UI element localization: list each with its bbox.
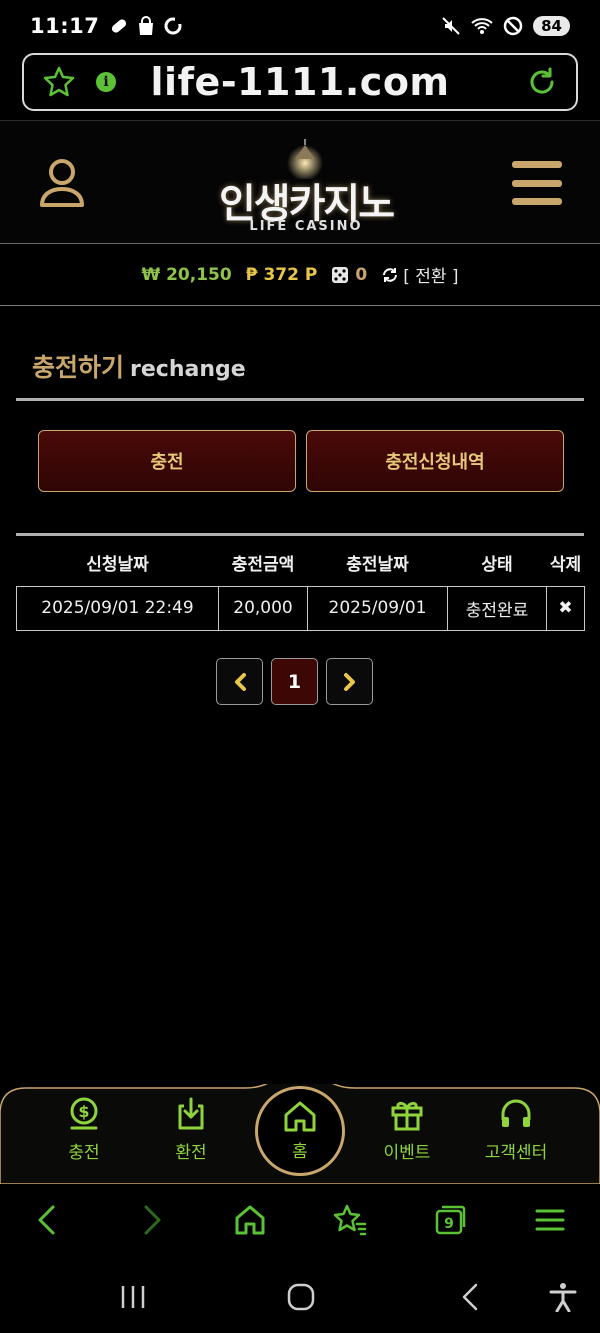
header-deposit-date: 충전날짜 [346,555,409,576]
site-header: 인생카지노 LIFE CASINO [0,120,600,244]
nav-withdraw-label: 환전 [175,1143,207,1163]
status-bar: 11:17 84 [0,0,600,52]
point-balance: ₱ 372 P [245,264,318,285]
nav-support[interactable]: 고객센터 [466,1096,566,1163]
wifi-icon [471,18,493,34]
logo-subtitle: LIFE CASINO [249,219,363,234]
pagination: 1 [216,658,373,705]
nav-support-label: 고객센터 [484,1143,548,1163]
coin-dollar-icon: $ [70,1097,98,1130]
mute-icon [442,17,460,35]
download-box-icon [178,1097,204,1130]
browser-toolbar: 9 [0,1186,600,1256]
delete-button[interactable]: ✖ [546,585,585,631]
nav-withdraw[interactable]: 환전 [141,1096,241,1163]
site-logo[interactable]: 인생카지노 LIFE CASINO [196,131,416,241]
sync-status-icon [164,17,182,35]
svg-text:$: $ [78,1102,89,1121]
nav-deposit-label: 충전 [68,1143,100,1163]
back-arrow-icon[interactable] [30,1202,66,1238]
page-title: 충전하기 rechange [32,348,246,384]
cell-request-date: 2025/09/01 22:49 [16,585,219,631]
header-delete: 삭제 [549,555,582,576]
battery-level: 84 [533,16,570,36]
system-home-icon[interactable] [286,1282,316,1312]
accessibility-icon[interactable] [548,1282,578,1312]
nav-home-label: 홈 [292,1142,308,1162]
convert-label: [ 전환 ] [403,267,459,287]
table-header-row: 신청날짜 충전금액 충전날짜 상태 삭제 [17,540,585,586]
page-number-current[interactable]: 1 [271,658,318,705]
title-divider [16,398,584,401]
shopping-bag-icon [139,16,154,35]
tabs-icon[interactable]: 9 [432,1202,468,1238]
bookmarks-icon[interactable] [332,1202,368,1238]
chip-balance: 0 [355,264,368,285]
browser-home-icon[interactable] [232,1202,268,1238]
wallet-summary: ₩ 20,150 ₱ 372 P 0 [ 전환 ] [0,244,600,306]
page-title-en: rechange [130,357,246,382]
browser-menu-icon[interactable] [532,1202,568,1238]
address-bar[interactable]: i life-1111.com [22,53,578,111]
status-time: 11:17 [30,14,100,38]
hamburger-menu-icon[interactable] [512,161,562,205]
cell-amount: 20,000 [218,585,308,631]
cell-deposit-date: 2025/09/01 [307,585,448,631]
convert-button[interactable]: [ 전환 ] [381,262,459,287]
tab-deposit-history[interactable]: 충전신청내역 [306,430,564,492]
deposit-history-table: 신청날짜 충전금액 충전날짜 상태 삭제 2025/09/01 22:49 20… [16,540,585,631]
table-row: 2025/09/01 22:49 20,000 2025/09/01 충전완료 … [16,585,585,631]
reload-icon[interactable] [526,66,558,98]
gift-icon [391,1101,423,1131]
headset-icon [501,1099,531,1127]
cell-status: 충전완료 [447,585,547,631]
nav-event-label: 이벤트 [383,1143,431,1163]
site-bottom-nav: $ 충전 환전 홈 이벤트 고객센터 [0,1084,600,1184]
chevron-right-icon [343,672,355,691]
user-icon[interactable] [38,157,86,209]
nav-home[interactable]: 홈 [255,1086,345,1176]
system-nav-bar [0,1262,600,1333]
next-page-button[interactable] [326,658,373,705]
table-divider [16,533,584,536]
money-balance: ₩ 20,150 [141,264,232,285]
forward-arrow-icon[interactable] [133,1202,169,1238]
nav-deposit[interactable]: $ 충전 [34,1096,134,1163]
system-back-icon[interactable] [456,1282,486,1312]
page-title-ko: 충전하기 [32,353,125,382]
chevron-left-icon [234,672,246,691]
prev-page-button[interactable] [216,658,263,705]
block-icon [503,16,523,36]
dice-icon [332,266,349,283]
home-icon [284,1101,316,1132]
tab-deposit[interactable]: 충전 [38,430,296,492]
bookmark-star-icon[interactable] [42,65,76,99]
pill-icon [112,19,127,33]
refresh-icon [383,267,398,282]
header-status: 상태 [481,555,513,576]
nav-event[interactable]: 이벤트 [357,1096,457,1163]
site-info-icon[interactable]: i [96,72,116,92]
recent-apps-icon[interactable] [118,1282,148,1312]
header-request-date: 신청날짜 [86,555,149,576]
header-amount: 충전금액 [231,555,295,576]
svg-text:9: 9 [444,1216,454,1232]
